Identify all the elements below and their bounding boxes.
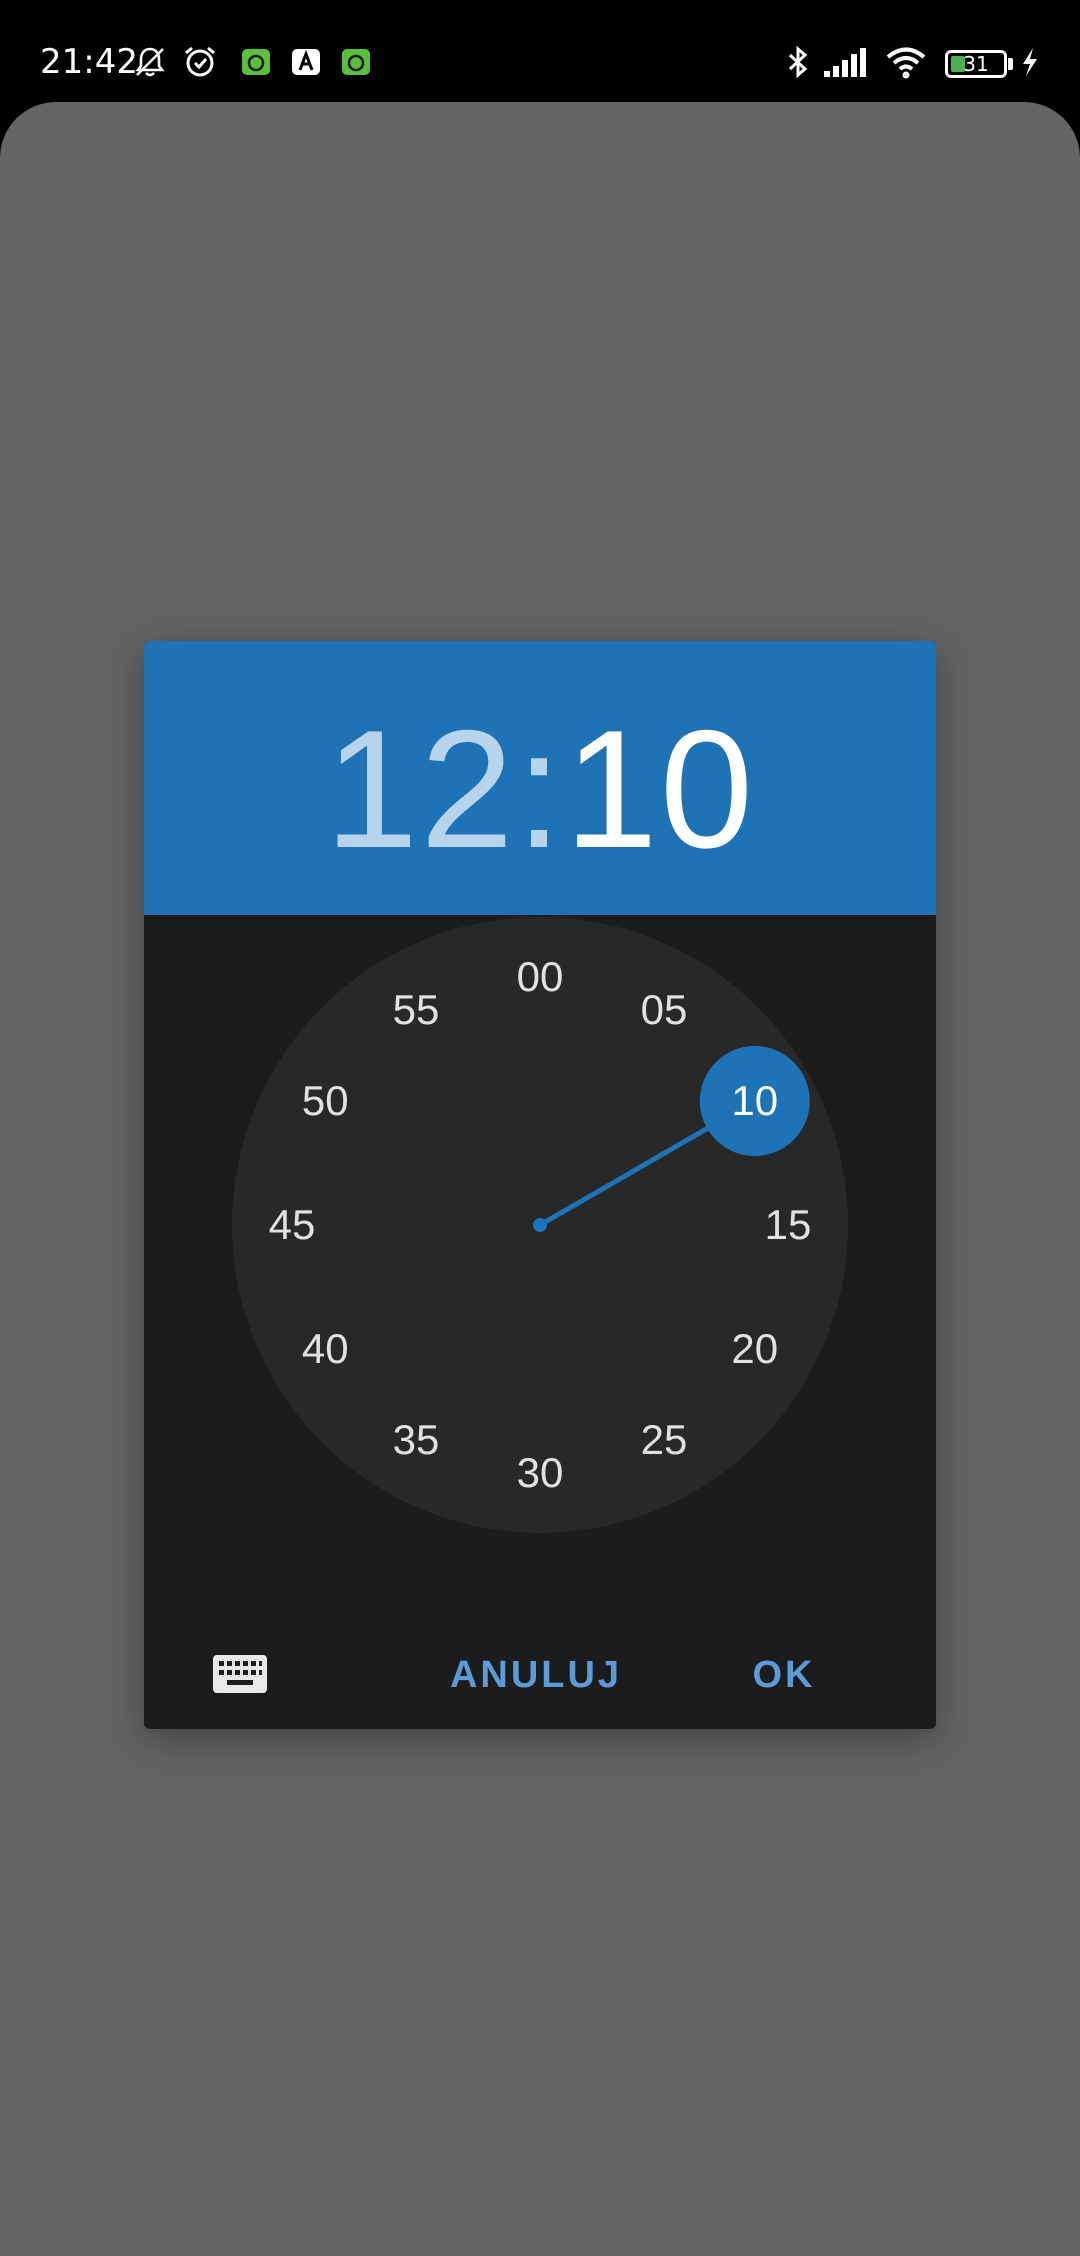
signal-icon bbox=[824, 48, 866, 77]
screen: 21:42 31 12:10 00 05 10 15 20 25 30 35 4… bbox=[0, 0, 1080, 2256]
clock-label-10[interactable]: 10 bbox=[705, 1076, 805, 1126]
bell-off-icon bbox=[135, 47, 165, 77]
app-notification-icon bbox=[292, 49, 320, 75]
clock-label-25[interactable]: 25 bbox=[614, 1415, 714, 1465]
battery-level: 31 bbox=[963, 52, 989, 76]
clock-area: 00 05 10 15 20 25 30 35 40 45 50 55 bbox=[144, 915, 936, 1729]
clock-label-05[interactable]: 05 bbox=[614, 985, 714, 1035]
clock-label-45[interactable]: 45 bbox=[242, 1200, 342, 1250]
keyboard-icon[interactable] bbox=[210, 1649, 270, 1699]
clock-label-15[interactable]: 15 bbox=[738, 1200, 838, 1250]
time-separator: : bbox=[515, 695, 565, 883]
clock-label-00[interactable]: 00 bbox=[490, 952, 590, 1002]
bluetooth-icon bbox=[788, 45, 808, 79]
battery-tip bbox=[1008, 58, 1013, 70]
clock-label-55[interactable]: 55 bbox=[366, 985, 466, 1035]
time-picker-dialog: 12:10 00 05 10 15 20 25 30 35 40 45 50 55 ANULUJ bbox=[144, 641, 936, 1729]
app-notification-icon bbox=[342, 49, 370, 75]
clock-label-50[interactable]: 50 bbox=[275, 1076, 375, 1126]
hours-display[interactable]: 12 bbox=[325, 695, 516, 883]
charging-icon bbox=[1023, 48, 1037, 76]
clock-face[interactable] bbox=[144, 915, 936, 1641]
alarm-icon bbox=[185, 46, 215, 77]
clock-label-35[interactable]: 35 bbox=[366, 1415, 466, 1465]
clock-center bbox=[533, 1218, 547, 1232]
dialog-actions: ANULUJ OK bbox=[144, 1641, 936, 1729]
minutes-display[interactable]: 10 bbox=[564, 695, 755, 883]
status-time: 21:42 bbox=[40, 42, 138, 82]
clock-label-40[interactable]: 40 bbox=[275, 1324, 375, 1374]
cancel-button[interactable]: ANULUJ bbox=[446, 1649, 626, 1701]
battery-icon: 31 bbox=[945, 50, 1007, 78]
ok-button[interactable]: OK bbox=[744, 1649, 824, 1701]
status-bar: 21:42 31 bbox=[0, 0, 1080, 102]
app-notification-icon bbox=[242, 49, 270, 75]
clock-label-30[interactable]: 30 bbox=[490, 1448, 590, 1498]
wifi-icon bbox=[886, 47, 926, 79]
time-display: 12:10 bbox=[144, 699, 936, 879]
time-header: 12:10 bbox=[144, 641, 936, 915]
clock-label-20[interactable]: 20 bbox=[705, 1324, 805, 1374]
